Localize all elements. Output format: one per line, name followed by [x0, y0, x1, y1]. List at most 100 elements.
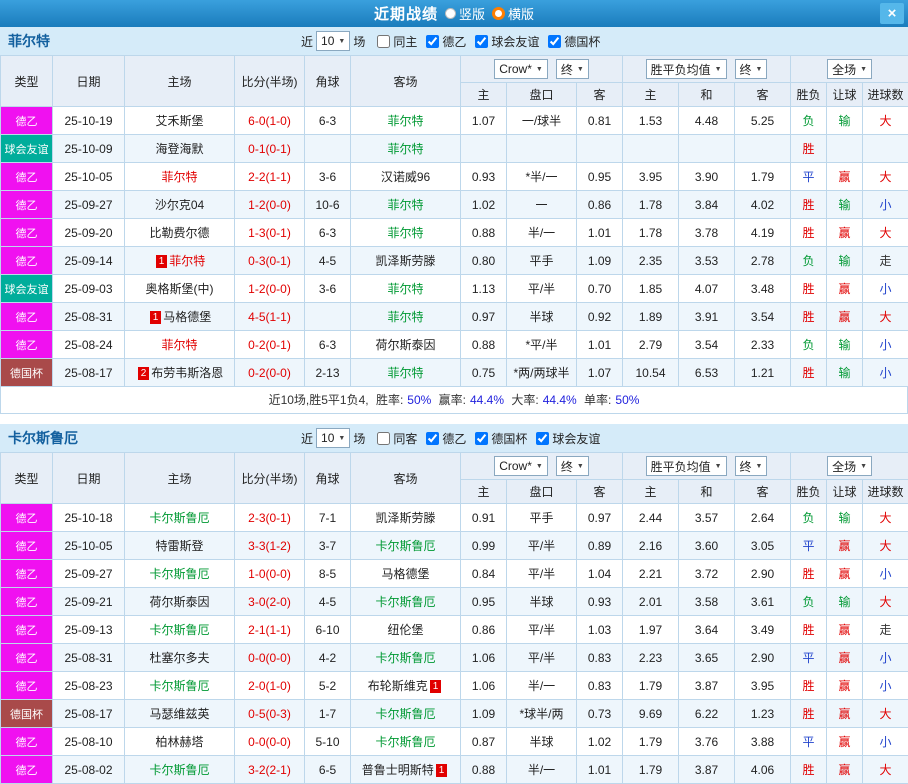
odds-home-cell: 0.87 [461, 728, 507, 756]
red-card-badge: 1 [150, 311, 162, 324]
away-team-cell[interactable]: 卡尔斯鲁厄 [351, 588, 461, 616]
avg-draw-cell: 3.65 [679, 644, 735, 672]
match-row: 德乙25-09-13卡尔斯鲁厄2-1(1-1)6-10纽伦堡0.86平/半1.0… [1, 616, 908, 644]
result-cell: 胜 [791, 275, 827, 303]
same-venue-checkbox[interactable] [377, 432, 390, 445]
away-team-cell[interactable]: 菲尔特 [351, 275, 461, 303]
odds-away-cell: 1.04 [577, 560, 623, 588]
odds-source-select[interactable]: Crow*▼ [494, 59, 548, 79]
home-team-cell[interactable]: 马瑟维兹英 [125, 700, 235, 728]
scope-select[interactable]: 全场▼ [827, 59, 872, 79]
friendly-checkbox[interactable] [475, 35, 488, 48]
away-team-cell[interactable]: 卡尔斯鲁厄 [351, 700, 461, 728]
home-team-cell[interactable]: 1菲尔特 [125, 247, 235, 275]
away-team-cell[interactable]: 汉诺威96 [351, 163, 461, 191]
home-team-cell[interactable]: 卡尔斯鲁厄 [125, 504, 235, 532]
avg-time-select[interactable]: 终▼ [735, 456, 768, 476]
result-cell: 胜 [791, 191, 827, 219]
match-type-cell: 德乙 [1, 191, 53, 219]
home-team-cell[interactable]: 海登海默 [125, 135, 235, 163]
handicap-result-cell: 赢 [827, 219, 863, 247]
avg-time-select[interactable]: 终▼ [735, 59, 768, 79]
chevron-down-icon: ▼ [338, 435, 345, 442]
avg-draw-cell: 6.53 [679, 359, 735, 387]
home-team-cell[interactable]: 1马格德堡 [125, 303, 235, 331]
avg-draw-cell: 3.90 [679, 163, 735, 191]
home-team-cell[interactable]: 奥格斯堡(中) [125, 275, 235, 303]
away-team-cell[interactable]: 菲尔特 [351, 303, 461, 331]
home-team-cell[interactable]: 卡尔斯鲁厄 [125, 756, 235, 784]
avg-source-select[interactable]: 胜平负均值▼ [646, 59, 727, 79]
handicap-result-cell: 输 [827, 107, 863, 135]
home-team-cell[interactable]: 杜塞尔多夫 [125, 644, 235, 672]
match-count-select[interactable]: 10▼ [316, 428, 350, 448]
away-team-cell[interactable]: 菲尔特 [351, 107, 461, 135]
match-date-cell: 25-08-10 [53, 728, 125, 756]
avg-away-cell: 4.19 [735, 219, 791, 247]
match-count-select[interactable]: 10▼ [316, 31, 350, 51]
away-team-cell[interactable]: 纽伦堡 [351, 616, 461, 644]
layout-radio-vertical[interactable]: 竖版 [445, 4, 485, 23]
away-team-cell[interactable]: 凯泽斯劳滕 [351, 247, 461, 275]
odds-home-cell: 1.07 [461, 107, 507, 135]
avg-draw-cell: 3.58 [679, 588, 735, 616]
away-team-cell[interactable]: 菲尔特 [351, 359, 461, 387]
goals-result-cell: 大 [863, 303, 908, 331]
corner-cell: 4-5 [305, 588, 351, 616]
away-team-cell[interactable]: 卡尔斯鲁厄 [351, 644, 461, 672]
away-team-cell[interactable]: 菲尔特 [351, 191, 461, 219]
filter-cup[interactable]: 德国杯 [548, 33, 600, 50]
home-team-cell[interactable]: 卡尔斯鲁厄 [125, 560, 235, 588]
match-date-cell: 25-10-05 [53, 163, 125, 191]
home-team-cell[interactable]: 特雷斯登 [125, 532, 235, 560]
home-team-cell[interactable]: 沙尔克04 [125, 191, 235, 219]
same-venue-checkbox[interactable] [377, 35, 390, 48]
close-icon[interactable]: × [880, 3, 904, 24]
away-team-cell[interactable]: 卡尔斯鲁厄 [351, 728, 461, 756]
scope-select[interactable]: 全场▼ [827, 456, 872, 476]
filter-friendly[interactable]: 球会友谊 [475, 33, 539, 50]
home-team-cell[interactable]: 卡尔斯鲁厄 [125, 672, 235, 700]
home-team-cell[interactable]: 艾禾斯堡 [125, 107, 235, 135]
score-cell: 4-5(1-1) [235, 303, 305, 331]
filter-friendly[interactable]: 球会友谊 [536, 430, 600, 447]
filter-cup[interactable]: 德国杯 [475, 430, 527, 447]
cup-checkbox[interactable] [548, 35, 561, 48]
match-date-cell: 25-09-14 [53, 247, 125, 275]
filter-same-venue[interactable]: 同主 [377, 33, 417, 50]
filter-same-venue[interactable]: 同客 [377, 430, 417, 447]
odds-time-select[interactable]: 终▼ [556, 456, 589, 476]
league2-checkbox[interactable] [426, 35, 439, 48]
goals-result-cell: 小 [863, 331, 908, 359]
home-team-cell[interactable]: 比勒费尔德 [125, 219, 235, 247]
home-team-cell[interactable]: 柏林赫塔 [125, 728, 235, 756]
home-team-cell[interactable]: 2布劳韦斯洛恩 [125, 359, 235, 387]
away-team-cell[interactable]: 马格德堡 [351, 560, 461, 588]
col-avg-away: 客 [735, 83, 791, 107]
home-team-cell[interactable]: 菲尔特 [125, 331, 235, 359]
home-team-cell[interactable]: 荷尔斯泰因 [125, 588, 235, 616]
away-team-cell[interactable]: 荷尔斯泰因 [351, 331, 461, 359]
away-team-cell[interactable]: 卡尔斯鲁厄 [351, 532, 461, 560]
layout-radio-horizontal[interactable]: 横版 [492, 4, 534, 23]
score-cell: 0-1(0-1) [235, 135, 305, 163]
away-team-cell[interactable]: 普鲁士明斯特1 [351, 756, 461, 784]
home-team-cell[interactable]: 菲尔特 [125, 163, 235, 191]
away-team-cell[interactable]: 凯泽斯劳滕 [351, 504, 461, 532]
away-team-cell[interactable]: 菲尔特 [351, 135, 461, 163]
odds-source-select[interactable]: Crow*▼ [494, 456, 548, 476]
league2-checkbox[interactable] [426, 432, 439, 445]
odds-time-select[interactable]: 终▼ [556, 59, 589, 79]
home-team-cell[interactable]: 卡尔斯鲁厄 [125, 616, 235, 644]
avg-home-cell: 9.69 [623, 700, 679, 728]
match-type-cell: 德乙 [1, 303, 53, 331]
cup-checkbox[interactable] [475, 432, 488, 445]
friendly-checkbox[interactable] [536, 432, 549, 445]
filter-league2[interactable]: 德乙 [426, 430, 466, 447]
avg-source-select[interactable]: 胜平负均值▼ [646, 456, 727, 476]
away-team-cell[interactable]: 布轮斯维克1 [351, 672, 461, 700]
games-label: 场 [353, 33, 365, 50]
col-odds-line: 盘口 [507, 83, 577, 107]
away-team-cell[interactable]: 菲尔特 [351, 219, 461, 247]
filter-league2[interactable]: 德乙 [426, 33, 466, 50]
